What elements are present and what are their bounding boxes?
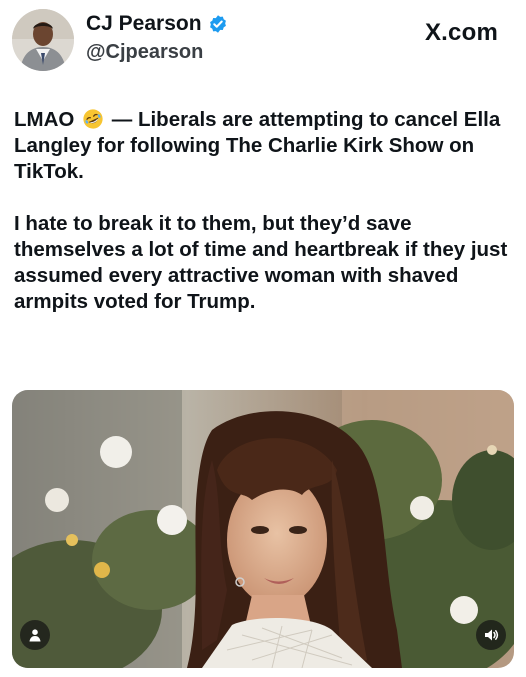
speaker-icon-button[interactable] [476, 620, 506, 650]
tweet-media-video[interactable] [12, 390, 514, 668]
tweet-paragraph-1-start: LMAO [14, 108, 75, 131]
media-image [12, 390, 514, 668]
source-label: X.com [424, 19, 498, 46]
author-handle[interactable]: @Cjpearson [86, 41, 203, 64]
author-display-name[interactable]: CJ Pearson [86, 12, 202, 36]
tweet-header: CJ Pearson @Cjpearson X.com [0, 0, 526, 80]
tweet-paragraph-2: I hate to break it to them, but they’d s… [14, 212, 508, 313]
speaker-icon [485, 629, 499, 641]
avatar[interactable] [12, 9, 74, 71]
author-name-row: CJ Pearson [86, 12, 228, 36]
verified-badge-icon [209, 15, 226, 33]
tweet-text: LMAO — Liberals are attempting to cancel… [14, 107, 514, 315]
person-icon [29, 629, 41, 642]
profile-photo [12, 9, 74, 71]
tweet-paragraph-1: LMAO — Liberals are attempting to cancel… [14, 107, 514, 185]
person-icon-button[interactable] [20, 620, 50, 650]
rolling-on-floor-laughing-emoji-icon [83, 109, 103, 129]
